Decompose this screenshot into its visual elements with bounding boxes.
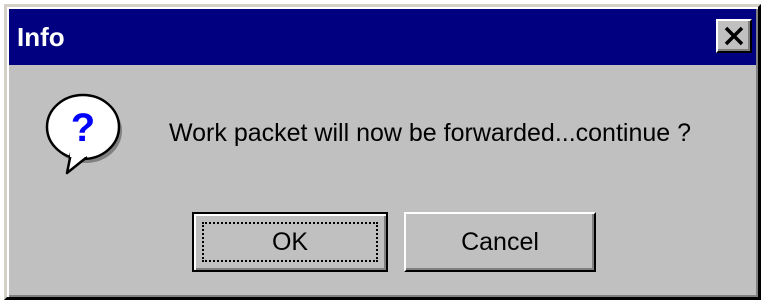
ok-button[interactable]: OK	[192, 212, 388, 272]
close-button[interactable]	[716, 19, 752, 53]
info-dialog: Info ? Work packet will now be forwarded…	[4, 4, 761, 300]
focus-rectangle	[202, 222, 378, 262]
cancel-button[interactable]: Cancel	[404, 212, 596, 272]
question-icon: ?	[45, 93, 122, 175]
cancel-button-label: Cancel	[461, 227, 539, 256]
title-bar[interactable]: Info	[9, 9, 756, 65]
close-icon	[724, 26, 744, 46]
dialog-title: Info	[17, 21, 65, 52]
dialog-message: Work packet will now be forwarded...cont…	[169, 119, 692, 147]
svg-text:?: ?	[71, 106, 95, 150]
